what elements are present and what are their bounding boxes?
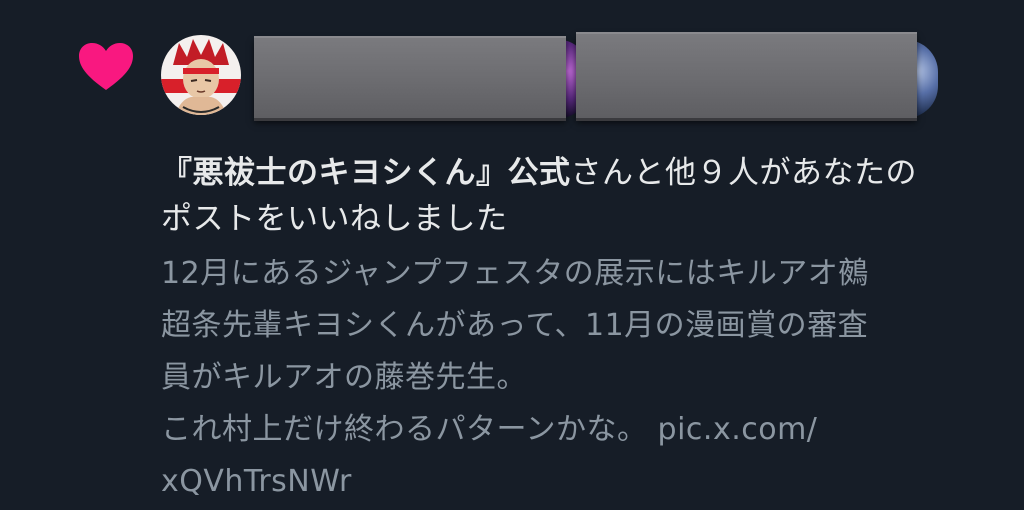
post-text-line: これ村上だけ終わるパターンかな。 pic.x.com/ — [161, 412, 818, 447]
redaction-block — [576, 32, 917, 118]
avatar[interactable] — [161, 35, 241, 115]
account-name[interactable]: 『悪祓士のキヨシくん』公式 — [161, 155, 571, 191]
notification-headline: 『悪祓士のキヨシくん』公式さんと他９人があなたの ポストをいいねしました — [161, 150, 1001, 242]
like-notification[interactable]: 『悪祓士のキヨシくん』公式さんと他９人があなたの ポストをいいねしました 12月… — [0, 0, 1024, 510]
heart-icon — [79, 43, 133, 90]
headline-text: さんと他９人があなたの — [570, 155, 917, 191]
headline-text: ポストをいいねしました — [161, 201, 508, 237]
post-link[interactable]: xQVhTrsNWr — [161, 456, 1006, 508]
avatar-image — [161, 35, 241, 115]
post-text-line: 12月にあるジャンプフェスタの展示にはキルアオ鵺 — [161, 256, 869, 291]
post-text-line: 員がキルアオの藤巻先生。 — [161, 360, 527, 395]
redaction-block — [254, 36, 566, 118]
post-text[interactable]: 12月にあるジャンプフェスタの展示にはキルアオ鵺 超条先輩キヨシくんがあって、1… — [161, 248, 1006, 508]
post-text-line: 超条先輩キヨシくんがあって、11月の漫画賞の審査 — [161, 308, 869, 343]
